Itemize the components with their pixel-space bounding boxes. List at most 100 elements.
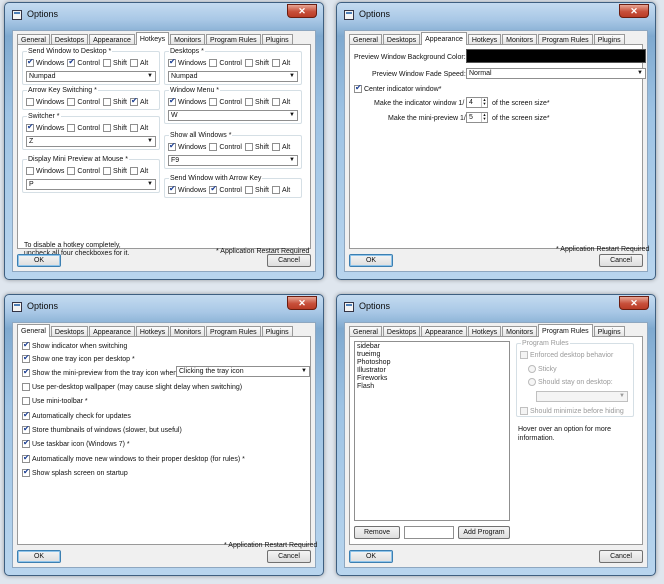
title-bar[interactable]: Options ✕ [337, 295, 655, 321]
alt-modifier-option[interactable]: Alt [272, 186, 290, 194]
sticky-radio[interactable] [528, 365, 536, 373]
windows-modifier-option[interactable]: Windows [26, 57, 64, 67]
title-bar[interactable]: Options ✕ [337, 3, 655, 29]
general-option[interactable]: Show indicator when switching [22, 340, 127, 351]
spinner-arrows-icon[interactable]: ▲ ▼ [481, 113, 487, 122]
enforced-behavior-option[interactable]: Enforced desktop behavior [520, 350, 616, 360]
alt-modifier-option[interactable]: Alt [130, 59, 148, 67]
close-button[interactable]: ✕ [287, 296, 317, 310]
program-name-input[interactable] [404, 526, 454, 539]
shift-modifier-option[interactable]: Shift [244, 186, 269, 194]
add-program-button[interactable]: Add Program [458, 526, 510, 539]
general-option-checkbox[interactable] [22, 383, 30, 391]
control-checkbox[interactable] [209, 184, 218, 194]
general-option-checkbox[interactable] [22, 453, 30, 463]
control-modifier-option[interactable]: Control [209, 59, 242, 67]
shift-modifier-option[interactable]: Shift [244, 143, 269, 151]
ok-button[interactable]: OK [17, 550, 61, 563]
alt-checkbox[interactable] [130, 167, 138, 175]
alt-checkbox[interactable] [130, 96, 138, 106]
windows-modifier-option[interactable]: Windows [168, 96, 206, 106]
cancel-button[interactable]: Cancel [599, 254, 643, 267]
close-button[interactable]: ✕ [287, 4, 317, 18]
general-option[interactable]: Show splash screen on startup [22, 467, 128, 478]
program-list-item[interactable]: sidebar [357, 343, 507, 351]
windows-modifier-option[interactable]: Windows [168, 57, 206, 67]
center-indicator-checkbox[interactable] [354, 83, 362, 93]
hotkey-key-select[interactable]: F9 ▼ [168, 155, 298, 166]
alt-checkbox[interactable] [272, 143, 280, 151]
title-bar[interactable]: Options ✕ [5, 3, 323, 29]
general-option-checkbox[interactable] [22, 438, 30, 448]
tab-program-rules[interactable]: Program Rules [538, 324, 593, 337]
windows-checkbox[interactable] [168, 184, 176, 194]
alt-modifier-option[interactable]: Alt [130, 167, 148, 175]
control-checkbox[interactable] [67, 124, 76, 132]
cancel-button[interactable]: Cancel [267, 550, 311, 563]
ok-button[interactable]: OK [349, 254, 393, 267]
shift-checkbox[interactable] [244, 186, 253, 194]
program-list[interactable]: sidebar trueimg Photoshop Illustrator Firewo… [354, 341, 510, 521]
program-list-item[interactable]: trueimg [357, 351, 507, 359]
control-modifier-option[interactable]: Control [67, 124, 100, 132]
control-modifier-option[interactable]: Control [209, 184, 242, 194]
windows-checkbox[interactable] [26, 98, 34, 106]
general-option[interactable]: Automatically check for updates [22, 410, 131, 421]
shift-modifier-option[interactable]: Shift [244, 98, 269, 106]
shift-checkbox[interactable] [102, 167, 111, 175]
hotkey-key-select[interactable]: Numpad ▼ [26, 71, 156, 82]
control-modifier-option[interactable]: Control [67, 167, 100, 175]
fade-speed-select[interactable]: Normal ▼ [466, 68, 646, 79]
shift-modifier-option[interactable]: Shift [102, 98, 127, 106]
alt-checkbox[interactable] [272, 186, 280, 194]
windows-modifier-option[interactable]: Windows [26, 167, 64, 175]
general-option[interactable]: Use per-desktop wallpaper (may cause sli… [22, 382, 242, 392]
indicator-size-spinner[interactable]: 4 ▲ ▼ [466, 97, 488, 108]
shift-checkbox[interactable] [244, 98, 253, 106]
windows-checkbox[interactable] [168, 141, 176, 151]
shift-checkbox[interactable] [102, 124, 111, 132]
program-list-item[interactable]: Illustrator [357, 367, 507, 375]
cancel-button[interactable]: Cancel [267, 254, 311, 267]
program-list-item[interactable]: Flash [357, 383, 507, 391]
windows-checkbox[interactable] [26, 57, 34, 67]
control-checkbox[interactable] [67, 98, 76, 106]
general-option[interactable]: Automatically move new windows to their … [22, 453, 245, 464]
control-modifier-option[interactable]: Control [67, 57, 100, 67]
general-option-checkbox[interactable] [22, 340, 30, 350]
general-option[interactable]: Show one tray icon per desktop * [22, 353, 135, 364]
sticky-option[interactable]: Sticky [528, 364, 557, 374]
shift-checkbox[interactable] [244, 143, 253, 151]
remove-button[interactable]: Remove [354, 526, 400, 539]
alt-modifier-option[interactable]: Alt [272, 143, 290, 151]
alt-modifier-option[interactable]: Alt [272, 98, 290, 106]
mini-preview-size-spinner[interactable]: 5 ▲ ▼ [466, 112, 488, 123]
ok-button[interactable]: OK [349, 550, 393, 563]
ok-button[interactable]: OK [17, 254, 61, 267]
cancel-button[interactable]: Cancel [599, 550, 643, 563]
bg-color-swatch[interactable] [466, 49, 646, 63]
control-modifier-option[interactable]: Control [209, 143, 242, 151]
shift-modifier-option[interactable]: Shift [102, 124, 127, 132]
tab-hotkeys[interactable]: Hotkeys [135, 32, 170, 45]
windows-modifier-option[interactable]: Windows [26, 122, 64, 132]
close-button[interactable]: ✕ [619, 4, 649, 18]
desktop-select[interactable]: ▼ [536, 391, 628, 402]
tab-general[interactable]: General [17, 324, 50, 337]
control-checkbox[interactable] [209, 143, 218, 151]
control-checkbox[interactable] [209, 98, 218, 106]
minimize-option[interactable]: Should minimize before hiding [520, 406, 627, 416]
general-option-checkbox[interactable] [22, 353, 30, 363]
alt-checkbox[interactable] [130, 59, 138, 67]
control-checkbox[interactable] [67, 57, 76, 67]
windows-checkbox[interactable] [26, 122, 34, 132]
shift-modifier-option[interactable]: Shift [102, 167, 127, 175]
control-modifier-option[interactable]: Control [209, 98, 242, 106]
general-option-checkbox[interactable] [22, 410, 30, 420]
general-option-checkbox[interactable] [22, 367, 30, 377]
hotkey-key-select[interactable]: P ▼ [26, 179, 156, 190]
enforced-behavior-checkbox[interactable] [520, 351, 528, 359]
program-list-item[interactable]: Photoshop [357, 359, 507, 367]
close-button[interactable]: ✕ [619, 296, 649, 310]
hotkey-key-select[interactable]: Z ▼ [26, 136, 156, 147]
